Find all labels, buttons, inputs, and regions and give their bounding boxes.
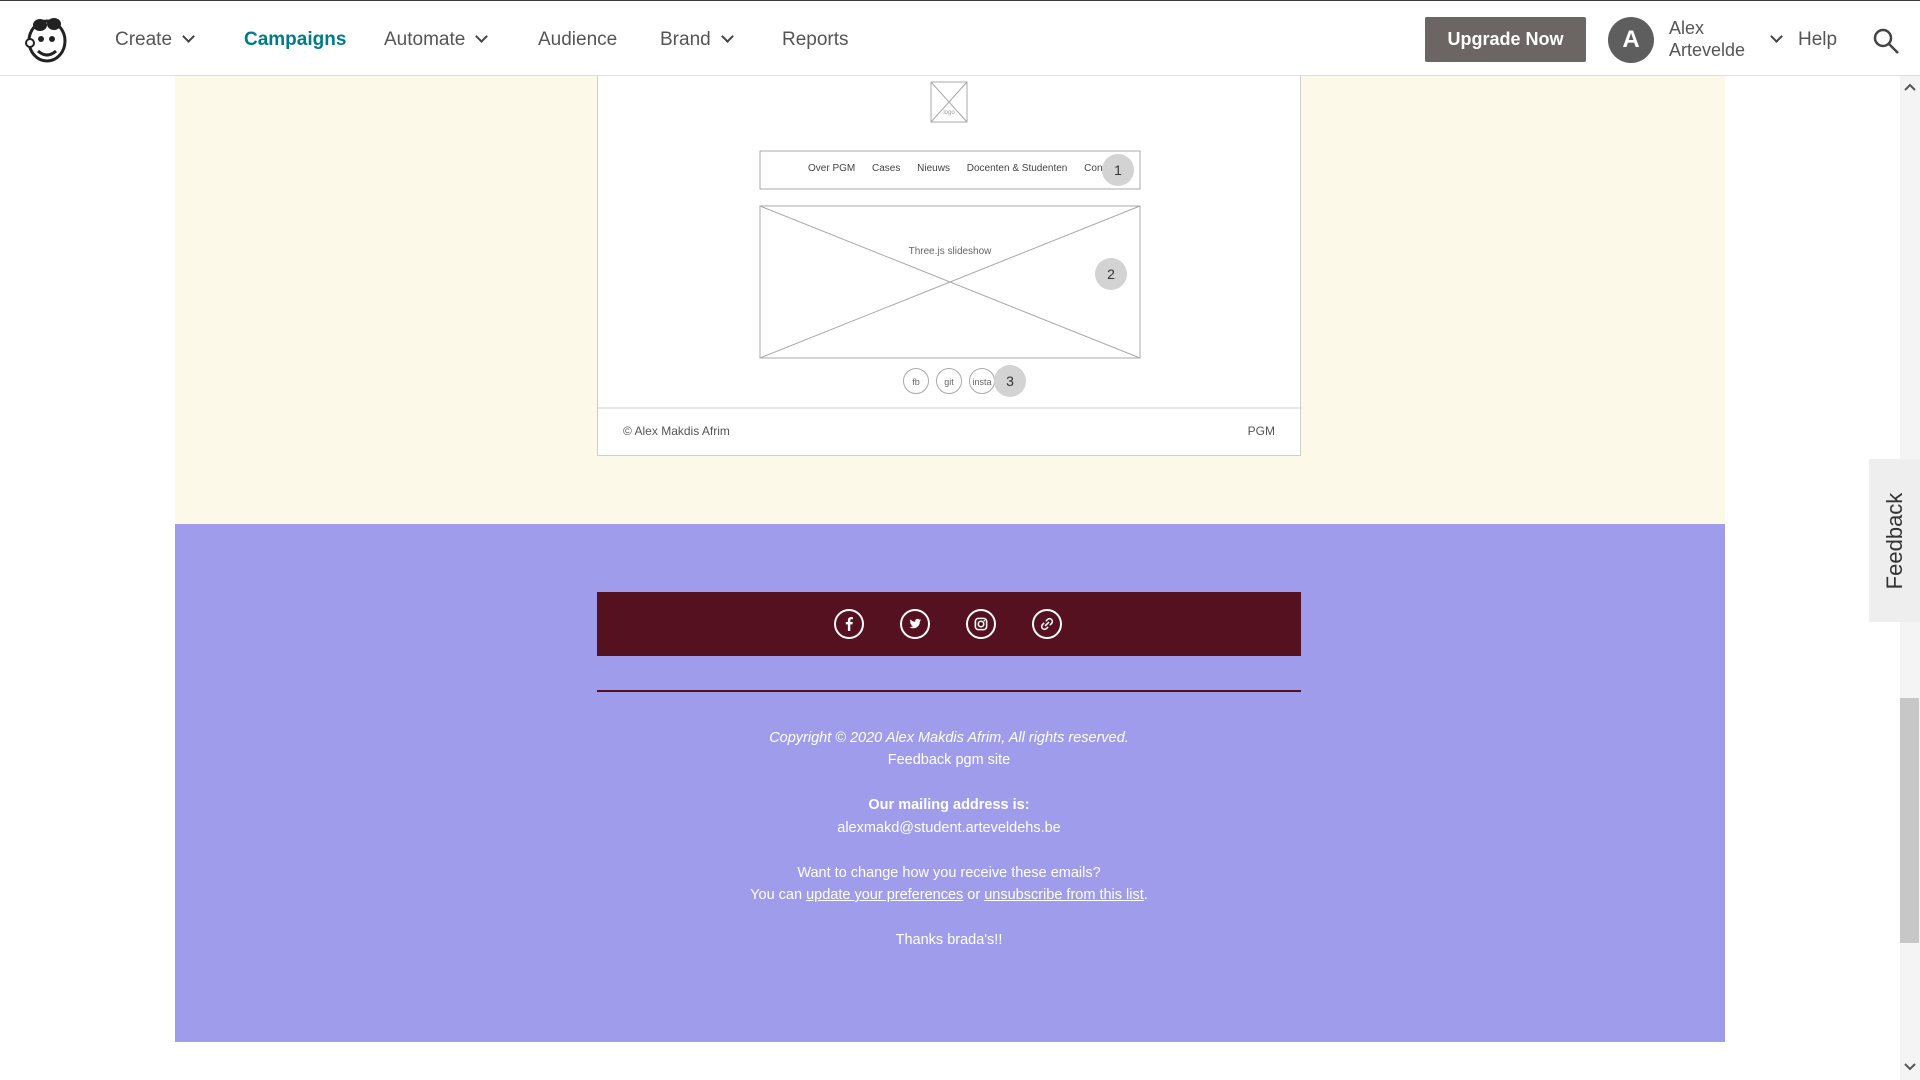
nav-create[interactable]: Create <box>115 29 195 51</box>
top-navigation: Create Campaigns Automate Audience Brand… <box>0 0 1920 76</box>
wireframe-badge: 3 <box>994 365 1026 397</box>
user-first-name: Alex <box>1669 18 1705 38</box>
footer-period: . <box>1143 887 1148 903</box>
unsubscribe-link[interactable]: unsubscribe from this list <box>984 887 1144 903</box>
social-bar <box>597 592 1301 656</box>
footer-change-question: Want to change how you receive these ema… <box>797 865 1101 881</box>
footer-preferences-line: You can update your preferences or unsub… <box>597 887 1301 903</box>
wireframe-social-insta: insta <box>969 368 995 394</box>
nav-create-label: Create <box>115 29 173 50</box>
chevron-down-icon[interactable] <box>1770 30 1783 43</box>
nav-brand-label: Brand <box>660 29 711 50</box>
wireframe-menu-item: Docenten & Studenten <box>966 163 1068 174</box>
footer-or: or <box>963 887 985 903</box>
wireframe-slideshow-label: Three.js slideshow <box>908 246 992 257</box>
nav-automate-label: Automate <box>384 29 466 50</box>
footer-you-can: You can <box>750 887 807 903</box>
help-link[interactable]: Help <box>1798 29 1837 51</box>
nav-audience-label: Audience <box>538 29 618 50</box>
nav-automate[interactable]: Automate <box>384 29 489 51</box>
upgrade-now-button[interactable]: Upgrade Now <box>1425 17 1586 62</box>
nav-reports[interactable]: Reports <box>782 29 849 51</box>
footer-email: alexmakd@student.arteveldehs.be <box>837 820 1061 836</box>
wireframe-badge: 1 <box>1102 154 1134 186</box>
avatar[interactable]: A <box>1608 17 1654 63</box>
facebook-icon[interactable] <box>834 609 864 639</box>
search-icon[interactable] <box>1872 27 1900 55</box>
footer-mailing-heading: Our mailing address is: <box>868 797 1030 813</box>
user-menu[interactable]: Alex Artevelde <box>1669 17 1769 61</box>
footer-tagline: Feedback pgm site <box>887 752 1011 768</box>
twitter-icon[interactable] <box>900 609 930 639</box>
nav-brand[interactable]: Brand <box>660 29 734 51</box>
instagram-icon[interactable] <box>966 609 996 639</box>
wireframe-menu: Over PGM Cases Nieuws Docenten & Student… <box>808 163 1119 174</box>
wireframe-image: logo Over PGM Cases Nieuws Docenten & St… <box>597 76 1302 456</box>
user-last-name: Artevelde <box>1669 40 1746 60</box>
wireframe-drawing <box>598 81 1302 409</box>
nav-campaigns[interactable]: Campaigns <box>244 29 346 51</box>
wireframe-menu-item: Over PGM <box>808 163 856 174</box>
footer-divider <box>597 690 1301 692</box>
wireframe-social-git: git <box>936 368 962 394</box>
footer-thanks: Thanks brada's!! <box>895 932 1003 948</box>
wireframe-badge: 2 <box>1095 258 1127 290</box>
link-icon[interactable] <box>1032 609 1062 639</box>
feedback-tab[interactable]: Feedback <box>1869 459 1920 622</box>
update-preferences-link[interactable]: update your preferences <box>806 887 963 903</box>
nav-audience[interactable]: Audience <box>538 29 617 51</box>
nav-campaigns-label: Campaigns <box>244 29 347 50</box>
wireframe-menu-item: Cases <box>872 163 901 174</box>
wireframe-social-fb: fb <box>903 368 929 394</box>
chevron-down-icon <box>475 30 489 43</box>
scrollbar-thumb[interactable] <box>1900 698 1919 943</box>
chevron-down-icon <box>720 30 734 43</box>
footer-copyright: Copyright © 2020 Alex Makdis Afrim, All … <box>769 730 1129 746</box>
wireframe-footer-left: © Alex Makdis Afrim <box>623 424 730 438</box>
wireframe-footer-right: PGM <box>1247 424 1275 438</box>
chevron-down-icon <box>182 30 195 43</box>
wireframe-menu-item: Nieuws <box>917 163 950 174</box>
nav-reports-label: Reports <box>782 29 849 50</box>
scroll-up-icon[interactable] <box>1904 82 1916 92</box>
scroll-down-icon[interactable] <box>1904 1062 1916 1072</box>
feedback-tab-label: Feedback <box>1881 492 1907 589</box>
wireframe-logo-label: logo <box>943 110 955 116</box>
mailchimp-logo-icon[interactable] <box>22 15 72 65</box>
